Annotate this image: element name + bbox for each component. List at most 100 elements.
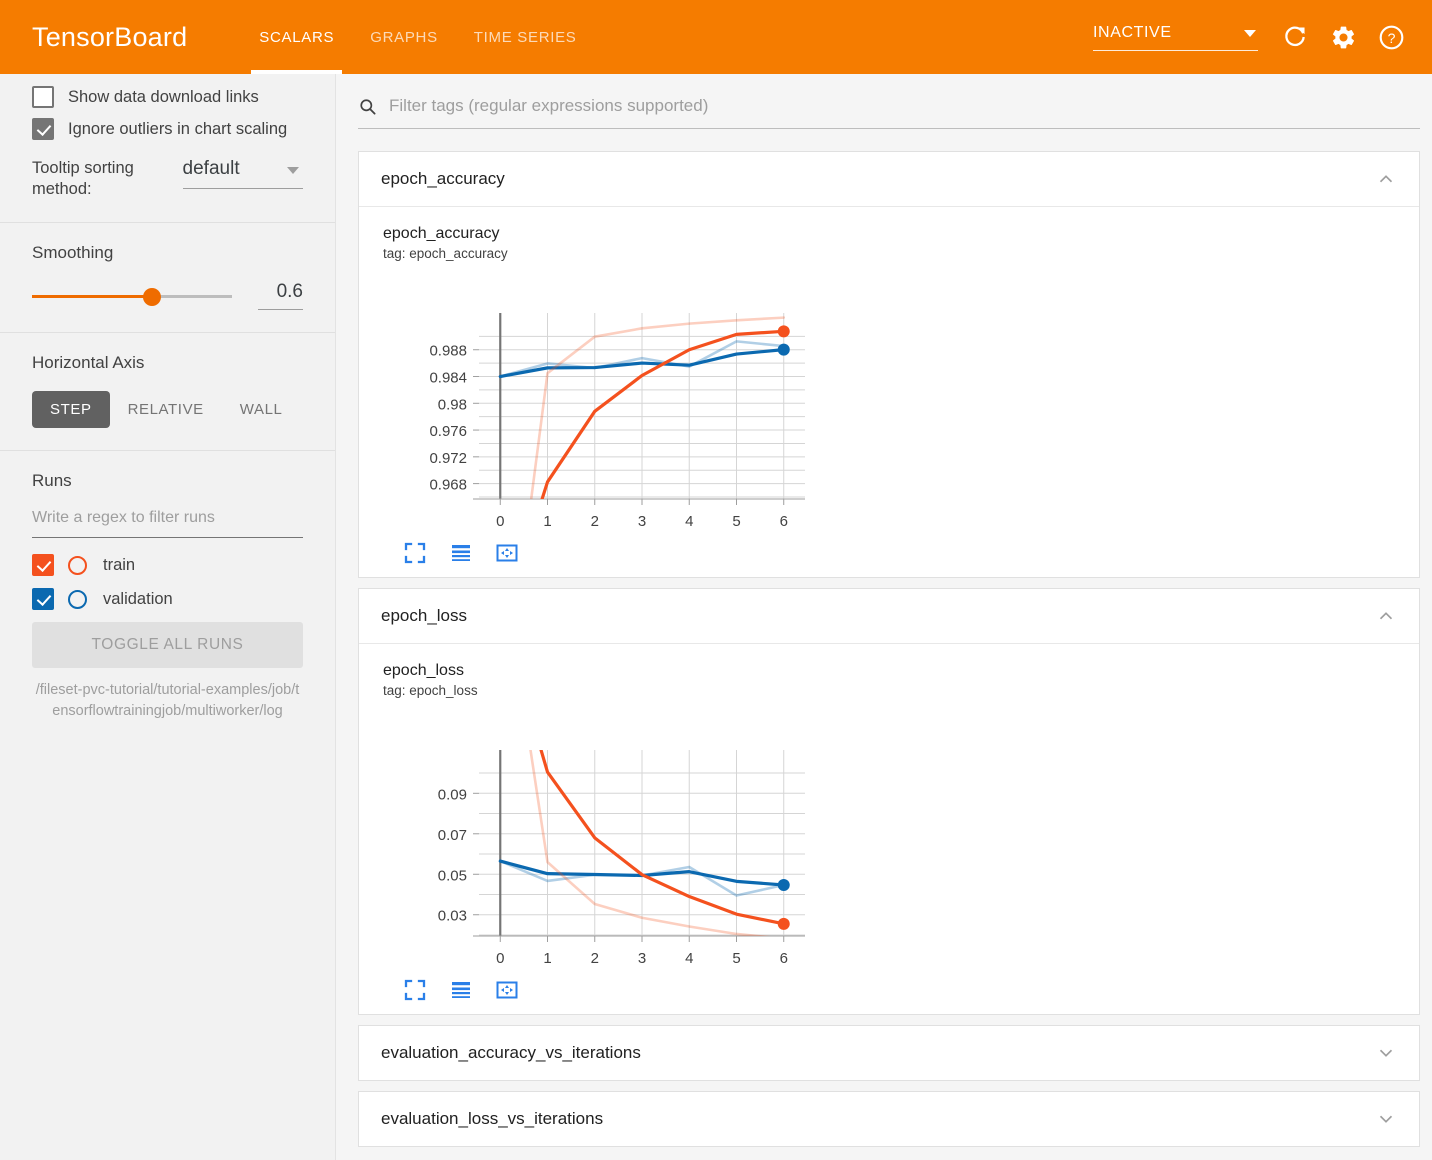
run-label-validation: validation [103,589,173,608]
svg-text:0.03: 0.03 [438,908,467,925]
show-download-links-checkbox[interactable] [32,86,54,108]
svg-text:6: 6 [780,513,788,530]
slider-thumb[interactable] [143,287,161,306]
svg-text:0.05: 0.05 [438,867,467,884]
chart-title: epoch_accuracy [383,225,500,242]
svg-text:0.984: 0.984 [429,370,467,387]
fullscreen-expand-icon[interactable] [403,541,427,565]
app-brand: TensorBoard [32,21,188,52]
slider-fill [32,294,152,298]
axis-option-step[interactable]: STEP [32,391,110,428]
tab-time-series[interactable]: TIME SERIES [456,0,595,74]
svg-text:0: 0 [496,513,504,530]
reload-status-select[interactable]: INACTIVE [1093,24,1258,51]
sidebar: Show data download links Ignore outliers… [0,74,336,1160]
app-header: TensorBoard SCALARS GRAPHS TIME SERIES I… [0,0,1432,74]
run-label-train: train [103,555,136,574]
svg-text:3: 3 [638,950,646,967]
filter-tags-input[interactable]: Filter tags (regular expressions support… [389,96,708,116]
svg-text:0.98: 0.98 [438,396,467,413]
tab-scalars[interactable]: SCALARS [241,0,352,74]
tooltip-sorting-row: Tooltip sorting method: default [32,158,303,200]
chevron-up-icon[interactable] [1375,168,1397,190]
runs-section: Runs Write a regex to filter runs train … [0,471,335,722]
run-color-circle-train [68,555,87,575]
svg-text:6: 6 [780,950,788,967]
fullscreen-expand-icon[interactable] [403,978,427,1002]
card-evaluation-accuracy-vs-iterations: evaluation_accuracy_vs_iterations [358,1025,1420,1081]
show-download-links-row[interactable]: Show data download links [32,86,303,108]
divider [0,450,335,451]
data-table-icon[interactable] [449,541,473,565]
smoothing-value-field[interactable]: 0.6 [258,281,303,310]
chart-plot-epoch-loss[interactable]: 0.03 0.05 0.07 0.09 0 1 2 3 4 5 6 [383,710,1419,972]
tooltip-sorting-select[interactable]: default [182,158,303,189]
divider [0,222,335,223]
data-table-icon[interactable] [449,978,473,1002]
svg-text:?: ? [1387,30,1395,46]
card-epoch-accuracy: epoch_accuracy epoch_accuracy tag: epoch… [358,151,1420,578]
card-title: epoch_loss [381,606,468,625]
fit-domain-icon[interactable] [495,978,519,1002]
card-header-epoch-loss[interactable]: epoch_loss [359,589,1419,643]
chevron-down-icon [1244,29,1256,37]
horizontal-axis-title: Horizontal Axis [32,353,145,372]
card-title: epoch_accuracy [381,169,505,188]
svg-text:3: 3 [638,513,646,530]
card-header-epoch-accuracy[interactable]: epoch_accuracy [359,152,1419,206]
svg-text:1: 1 [543,513,551,530]
toggle-all-runs-button[interactable]: TOGGLE ALL RUNS [32,622,303,668]
ignore-outliers-checkbox[interactable] [32,118,54,140]
smoothing-section: Smoothing 0.6 [0,243,335,310]
axis-option-wall[interactable]: WALL [222,391,301,428]
search-icon [360,98,376,115]
logdir-path: /fileset-pvc-tutorial/tutorial-examples/… [35,682,300,719]
smoothing-row: 0.6 [32,281,303,310]
card-body-epoch-loss: epoch_loss tag: epoch_loss 0.03 0.05 0.07 0… [359,643,1419,1014]
svg-text:5: 5 [732,950,740,967]
chevron-down-icon[interactable] [1375,1042,1397,1064]
smoothing-slider[interactable] [32,286,232,306]
divider [0,332,335,333]
ignore-outliers-row[interactable]: Ignore outliers in chart scaling [32,118,303,140]
select-underline [182,188,303,189]
svg-text:0.07: 0.07 [438,827,467,844]
chart-tag: tag: epoch_accuracy [383,246,508,261]
chart-toolbar [403,978,1419,1002]
run-checkbox-validation[interactable] [32,588,54,610]
card-header-evaluation-accuracy-vs-iterations[interactable]: evaluation_accuracy_vs_iterations [359,1026,1419,1080]
smoothing-value: 0.6 [276,281,303,302]
field-underline [258,309,303,310]
run-checkbox-train[interactable] [32,554,54,576]
chevron-up-icon[interactable] [1375,605,1397,627]
svg-text:2: 2 [591,513,599,530]
main-nav: SCALARS GRAPHS TIME SERIES [241,0,594,74]
run-row-train[interactable]: train [32,554,303,576]
fit-domain-icon[interactable] [495,541,519,565]
reload-status-value: INACTIVE [1093,23,1172,41]
run-row-validation[interactable]: validation [32,588,303,610]
refresh-icon[interactable] [1280,22,1310,52]
settings-gear-icon[interactable] [1328,22,1358,52]
tab-graphs[interactable]: GRAPHS [352,0,456,74]
header-actions: INACTIVE ? [1093,22,1432,52]
chart-plot-epoch-accuracy[interactable]: 0.968 0.972 0.976 0.98 0.984 0.988 0 1 2 3 4 5 6 [383,273,1419,535]
svg-text:0.976: 0.976 [429,423,467,440]
smoothing-title: Smoothing [32,243,114,262]
axis-option-relative[interactable]: RELATIVE [110,391,222,428]
svg-text:0.972: 0.972 [429,450,467,467]
svg-text:2: 2 [591,950,599,967]
chevron-down-icon[interactable] [1375,1108,1397,1130]
svg-text:4: 4 [685,513,693,530]
help-circle-icon[interactable]: ? [1376,22,1406,52]
card-body-epoch-accuracy: epoch_accuracy tag: epoch_accuracy 0.968… [359,206,1419,577]
runs-title: Runs [32,471,72,490]
horizontal-axis-section: Horizontal Axis STEP RELATIVE WALL [0,353,335,428]
card-header-evaluation-loss-vs-iterations[interactable]: evaluation_loss_vs_iterations [359,1092,1419,1146]
runs-filter-input[interactable]: Write a regex to filter runs [32,509,303,538]
card-evaluation-loss-vs-iterations: evaluation_loss_vs_iterations [358,1091,1420,1147]
card-title: evaluation_loss_vs_iterations [381,1109,604,1128]
chart-title: epoch_loss [383,662,464,679]
sidebar-options: Show data download links Ignore outliers… [0,86,335,200]
filter-tags-bar[interactable]: Filter tags (regular expressions support… [358,96,1420,129]
